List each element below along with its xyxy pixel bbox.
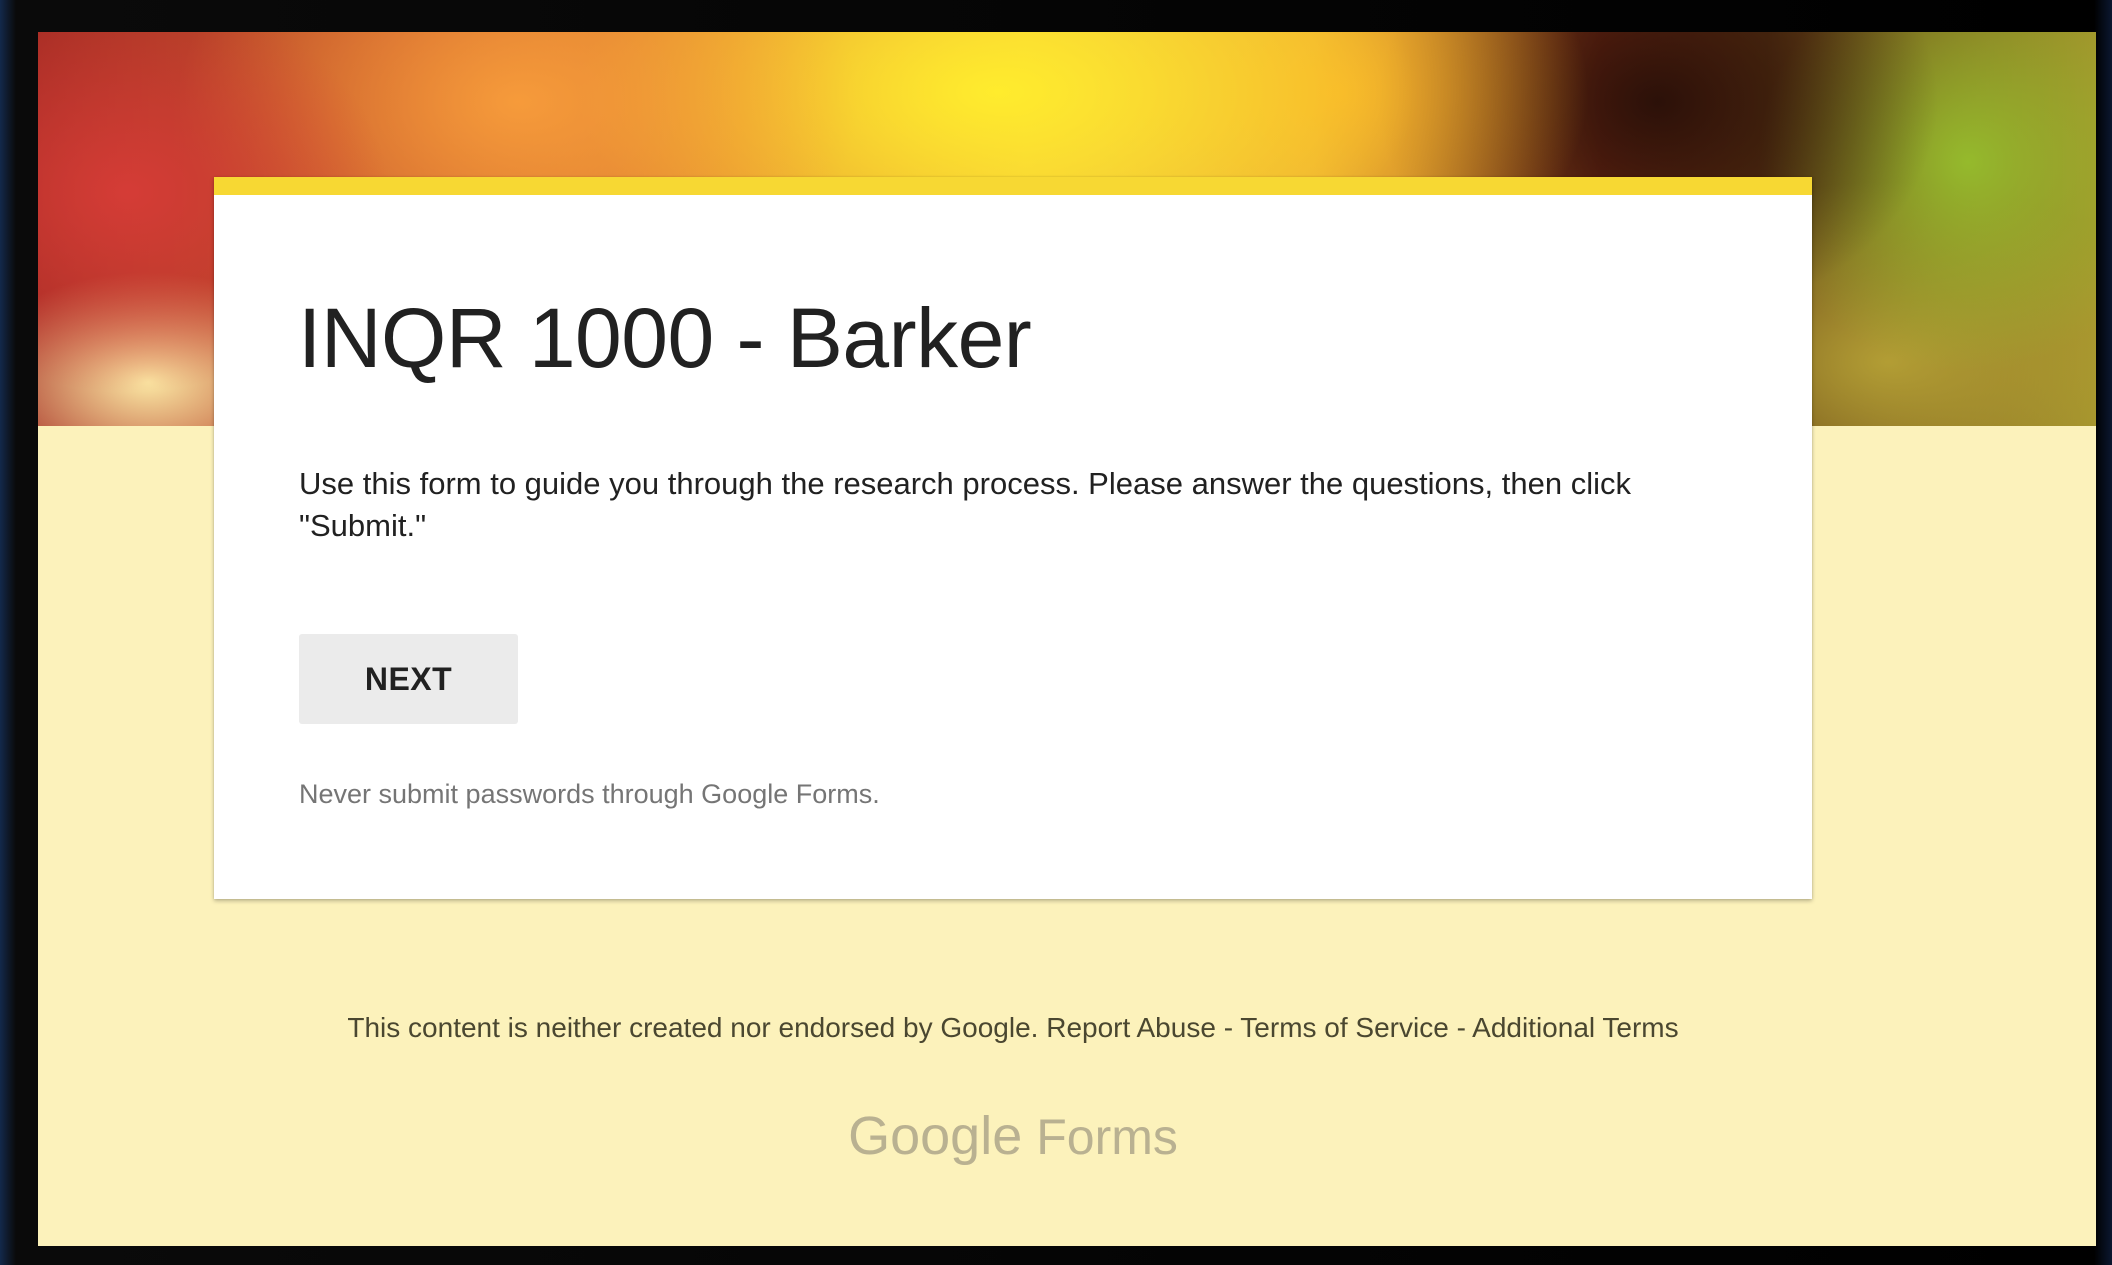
form-title: INQR 1000 - Barker bbox=[298, 291, 1032, 385]
google-forms-logo[interactable]: Google Forms bbox=[38, 1105, 1988, 1167]
forms-wordmark: Forms bbox=[1036, 1109, 1178, 1165]
next-button[interactable]: NEXT bbox=[299, 634, 518, 724]
terms-of-service-link[interactable]: Terms of Service bbox=[1240, 1012, 1449, 1043]
additional-terms-link[interactable]: Additional Terms bbox=[1472, 1012, 1678, 1043]
form-description: Use this form to guide you through the r… bbox=[299, 466, 1631, 543]
password-warning: Never submit passwords through Google Fo… bbox=[299, 779, 880, 809]
footer-separator: - bbox=[1456, 1012, 1466, 1043]
footer: This content is neither created nor endo… bbox=[38, 1012, 1988, 1044]
form-card: INQR 1000 - Barker Use this form to guid… bbox=[214, 177, 1812, 899]
report-abuse-link[interactable]: Report Abuse bbox=[1046, 1012, 1216, 1043]
footer-separator: - bbox=[1223, 1012, 1234, 1043]
footer-disclaimer: This content is neither created nor endo… bbox=[347, 1012, 1039, 1043]
form-page: INQR 1000 - Barker Use this form to guid… bbox=[38, 32, 2096, 1246]
google-wordmark: Google bbox=[848, 1106, 1023, 1166]
